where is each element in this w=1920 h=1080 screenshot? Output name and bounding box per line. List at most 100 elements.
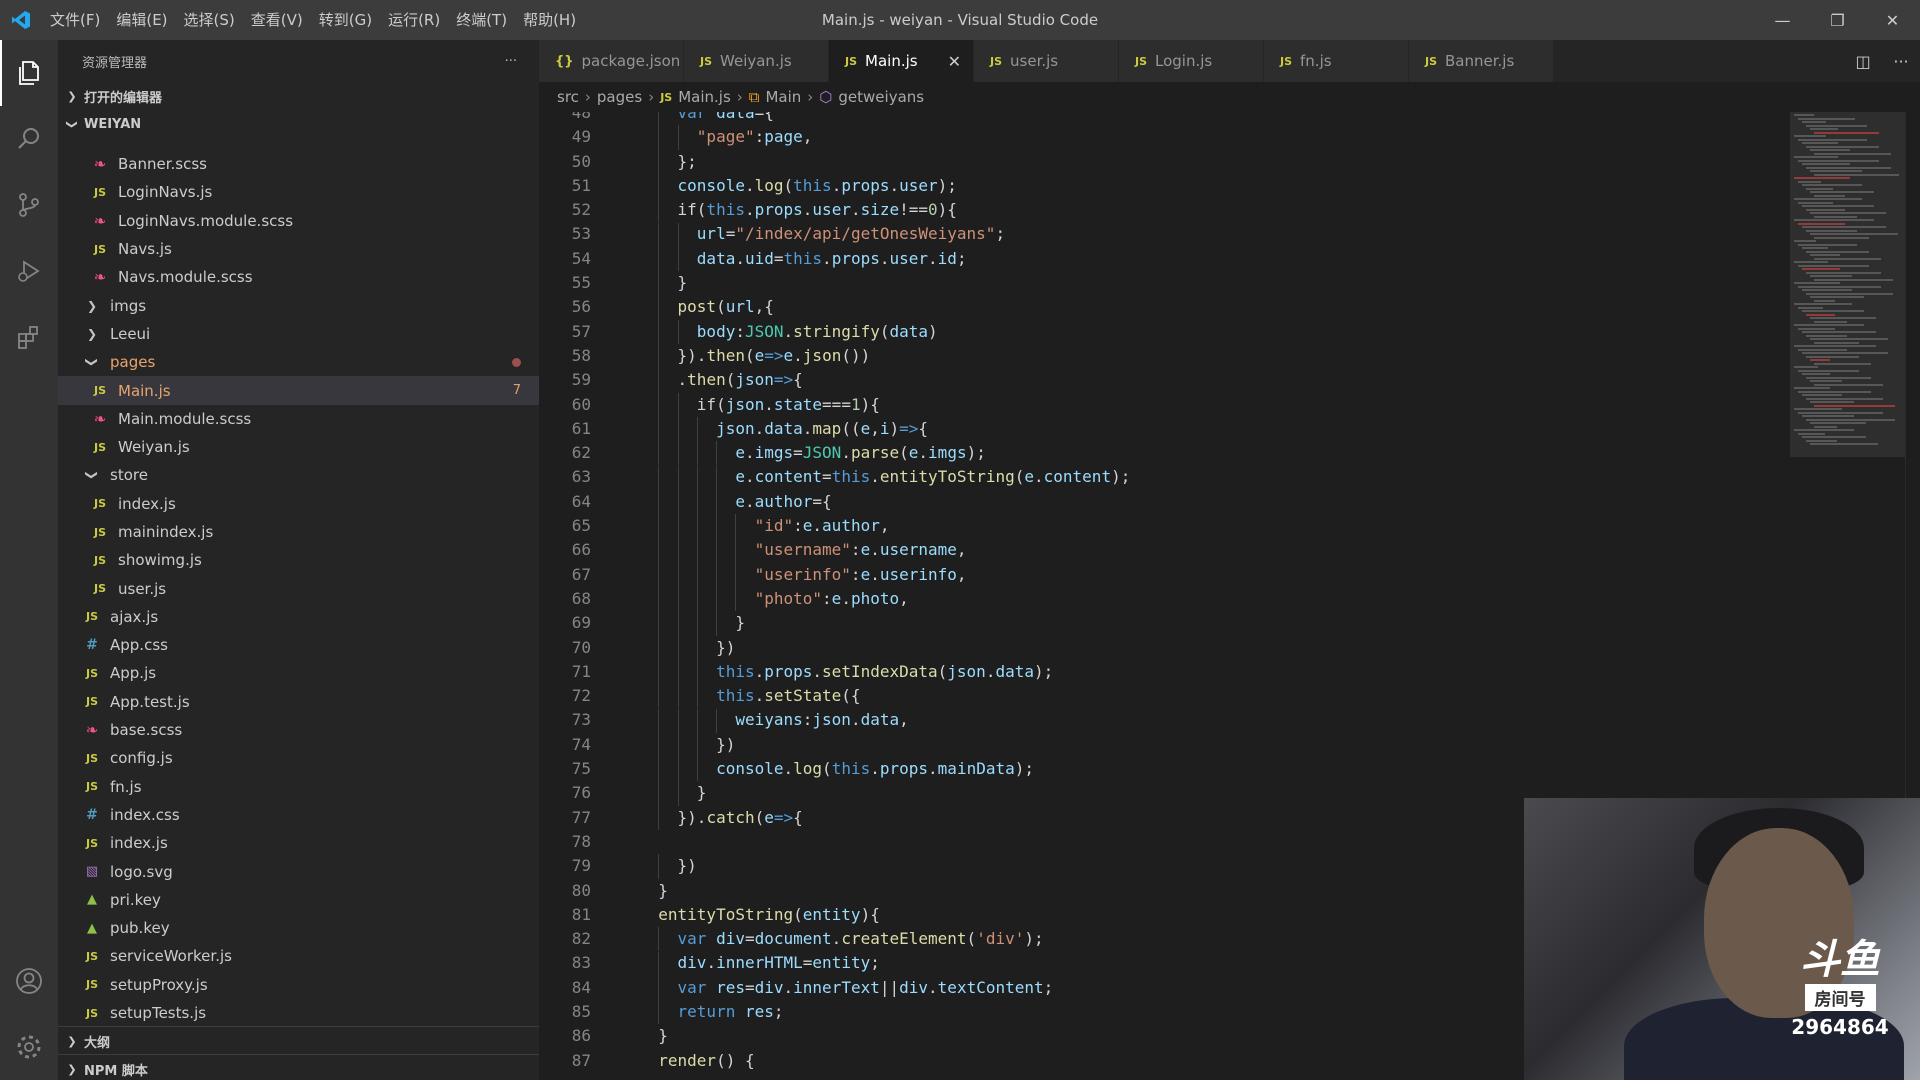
code-line[interactable]: .then(json=>{ xyxy=(639,368,1789,392)
tree-file[interactable]: JS App.js xyxy=(58,659,539,687)
code-line[interactable]: weiyans:json.data, xyxy=(639,708,1789,732)
code-line[interactable]: }; xyxy=(639,150,1789,174)
editor-tab[interactable]: JS Banner.js xyxy=(1409,40,1554,82)
tree-folder[interactable]: ❯ pages xyxy=(58,348,539,376)
tree-file[interactable]: JS ajax.js xyxy=(58,603,539,631)
tree-file[interactable]: ❧ Banner.scss xyxy=(58,150,539,178)
close-window-icon[interactable]: ✕ xyxy=(1865,0,1920,40)
code-line[interactable]: }) xyxy=(639,733,1789,757)
tree-file[interactable]: JS showimg.js xyxy=(58,546,539,574)
code-line[interactable]: if(json.state===1){ xyxy=(639,393,1789,417)
search-icon[interactable] xyxy=(0,106,58,172)
tree-file[interactable]: ▲ pri.key xyxy=(58,886,539,914)
split-editor-icon[interactable]: ◫ xyxy=(1844,52,1882,71)
menu-item[interactable]: 终端(T) xyxy=(448,0,515,40)
code-line[interactable]: url="/index/api/getOnesWeiyans"; xyxy=(639,222,1789,246)
project-section[interactable]: ❯ WEIYAN xyxy=(58,110,539,138)
code-line[interactable]: var data={ xyxy=(639,112,1789,125)
tree-file[interactable]: ▲ pub.key xyxy=(58,914,539,942)
open-editors-section[interactable]: ❯ 打开的编辑器 xyxy=(58,82,539,110)
breadcrumb-file[interactable]: Main.js xyxy=(678,88,731,106)
tree-file[interactable]: ❧ Navs.module.scss xyxy=(58,263,539,291)
menu-item[interactable]: 查看(V) xyxy=(243,0,311,40)
close-tab-icon[interactable]: ✕ xyxy=(948,52,961,71)
breadcrumb-src[interactable]: src xyxy=(557,88,579,106)
code-line[interactable]: "photo":e.photo, xyxy=(639,587,1789,611)
tree-file[interactable]: JS setupTests.js xyxy=(58,999,539,1027)
code-line[interactable]: body:JSON.stringify(data) xyxy=(639,320,1789,344)
code-line[interactable]: console.log(this.props.mainData); xyxy=(639,757,1789,781)
breadcrumb-class[interactable]: Main xyxy=(765,88,801,106)
tree-file[interactable]: JS user.js xyxy=(58,574,539,602)
code-line[interactable]: this.setState({ xyxy=(639,684,1789,708)
tree-file[interactable]: JS App.test.js xyxy=(58,688,539,716)
outline-section[interactable]: ❯ 大纲 xyxy=(58,1026,539,1055)
npm-scripts-section[interactable]: ❯ NPM 脚本 xyxy=(58,1054,539,1080)
tree-file[interactable]: JS mainindex.js xyxy=(58,518,539,546)
tree-file[interactable]: JS Main.js 7 xyxy=(58,376,539,405)
code-line[interactable]: e.content=this.entityToString(e.content)… xyxy=(639,465,1789,489)
code-line[interactable]: "page":page, xyxy=(639,125,1789,149)
code-line[interactable]: console.log(this.props.user); xyxy=(639,174,1789,198)
code-line[interactable]: "userinfo":e.userinfo, xyxy=(639,563,1789,587)
menu-item[interactable]: 选择(S) xyxy=(176,0,243,40)
editor-tab[interactable]: JS Main.js ✕ xyxy=(829,40,974,82)
tree-folder[interactable]: ❯ Leeui xyxy=(58,320,539,348)
menu-item[interactable]: 帮助(H) xyxy=(515,0,584,40)
js-file-icon: JS xyxy=(85,666,98,680)
tree-file[interactable]: JS LoginNavs.js xyxy=(58,178,539,206)
tree-folder[interactable]: ❯ imgs xyxy=(58,291,539,319)
menu-item[interactable]: 文件(F) xyxy=(42,0,108,40)
code-line[interactable]: "username":e.username, xyxy=(639,538,1789,562)
code-line[interactable]: json.data.map((e,i)=>{ xyxy=(639,417,1789,441)
code-line[interactable]: data.uid=this.props.user.id; xyxy=(639,247,1789,271)
tree-file[interactable]: # index.css xyxy=(58,801,539,829)
account-icon[interactable] xyxy=(0,948,58,1014)
breadcrumb-method[interactable]: getweiyans xyxy=(838,88,924,106)
run-debug-icon[interactable] xyxy=(0,238,58,304)
more-actions-icon[interactable]: ··· xyxy=(505,54,517,69)
code-line[interactable]: } xyxy=(639,271,1789,295)
tree-file[interactable]: ❧ LoginNavs.module.scss xyxy=(58,207,539,235)
settings-gear-icon[interactable] xyxy=(0,1014,58,1080)
extensions-icon[interactable] xyxy=(0,304,58,370)
code-line[interactable]: e.imgs=JSON.parse(e.imgs); xyxy=(639,441,1789,465)
tree-file[interactable]: JS Navs.js xyxy=(58,235,539,263)
code-line[interactable]: e.author={ xyxy=(639,490,1789,514)
editor-tab[interactable]: JS user.js xyxy=(974,40,1119,82)
editor-tab[interactable]: JS fn.js xyxy=(1264,40,1409,82)
tree-file[interactable]: ❧ base.scss xyxy=(58,716,539,744)
minimize-icon[interactable]: — xyxy=(1755,0,1810,40)
code-token: document xyxy=(754,929,832,949)
source-control-icon[interactable] xyxy=(0,172,58,238)
editor-tab[interactable]: JS Weiyan.js xyxy=(684,40,829,82)
tree-file[interactable]: JS setupProxy.js xyxy=(58,971,539,999)
tree-file[interactable]: JS index.js xyxy=(58,829,539,857)
explorer-icon[interactable] xyxy=(0,40,58,106)
tree-file[interactable]: JS serviceWorker.js xyxy=(58,942,539,970)
tree-file[interactable]: JS fn.js xyxy=(58,773,539,801)
editor-tab[interactable]: {} package.json xyxy=(539,40,684,82)
tree-file[interactable]: ▧ logo.svg xyxy=(58,857,539,885)
code-line[interactable]: if(this.props.user.size!==0){ xyxy=(639,198,1789,222)
code-line[interactable]: "id":e.author, xyxy=(639,514,1789,538)
tree-file[interactable]: # App.css xyxy=(58,631,539,659)
menu-item[interactable]: 运行(R) xyxy=(380,0,448,40)
code-line[interactable]: } xyxy=(639,611,1789,635)
tree-file[interactable]: JS index.js xyxy=(58,490,539,518)
menu-item[interactable]: 编辑(E) xyxy=(108,0,175,40)
more-actions-icon[interactable]: ··· xyxy=(1882,52,1920,71)
restore-icon[interactable]: ❐ xyxy=(1810,0,1865,40)
tree-file[interactable]: ❧ Main.module.scss xyxy=(58,405,539,433)
code-line[interactable]: }) xyxy=(639,636,1789,660)
menu-item[interactable]: 转到(G) xyxy=(311,0,380,40)
code-line[interactable]: post(url,{ xyxy=(639,295,1789,319)
tree-file[interactable]: JS Weiyan.js xyxy=(58,433,539,461)
tree-folder[interactable]: ❯ store xyxy=(58,461,539,489)
tree-file[interactable]: JS config.js xyxy=(58,744,539,772)
minimap-line xyxy=(1814,341,1859,344)
code-line[interactable]: }).then(e=>e.json()) xyxy=(639,344,1789,368)
editor-tab[interactable]: JS Login.js xyxy=(1119,40,1264,82)
breadcrumb-pages[interactable]: pages xyxy=(597,88,642,106)
code-line[interactable]: this.props.setIndexData(json.data); xyxy=(639,660,1789,684)
